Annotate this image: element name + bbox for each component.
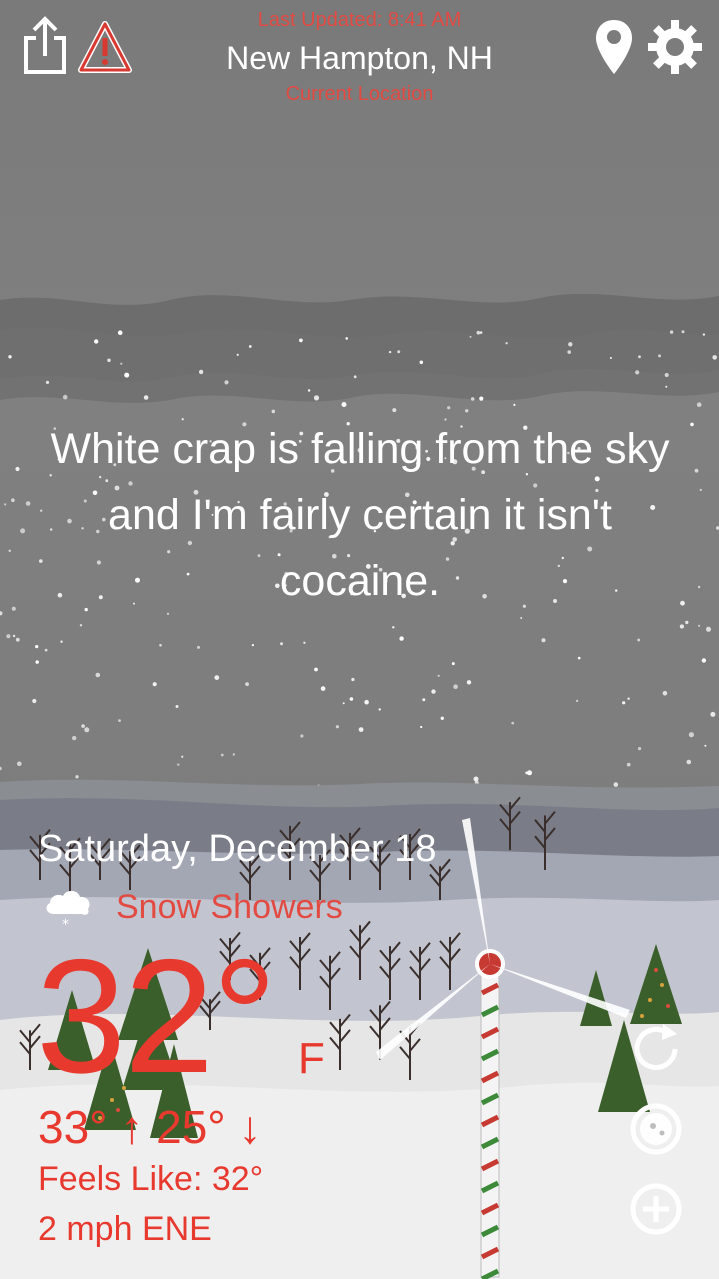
weather-message: White crap is falling from the sky and I… — [50, 425, 670, 605]
condition-label: Snow Showers — [116, 888, 343, 926]
snow-cloud-icon: * — [40, 884, 96, 933]
add-icon[interactable] — [629, 1182, 683, 1236]
gear-icon[interactable] — [646, 18, 704, 76]
location-pin-icon[interactable] — [594, 18, 634, 76]
high-low-temps: 33° ↑ 25° ↓ — [38, 1101, 262, 1153]
radar-icon[interactable] — [629, 1102, 683, 1156]
feels-like-label: Feels Like: 32° — [38, 1160, 264, 1198]
current-location-label: Current Location — [285, 83, 434, 105]
date-label: Saturday, December 18 — [38, 828, 437, 870]
refresh-icon[interactable] — [629, 1022, 683, 1076]
wind-label: 2 mph ENE — [38, 1210, 212, 1248]
temperature-value: 32° — [36, 926, 277, 1107]
temperature-unit[interactable]: F — [298, 1034, 325, 1084]
